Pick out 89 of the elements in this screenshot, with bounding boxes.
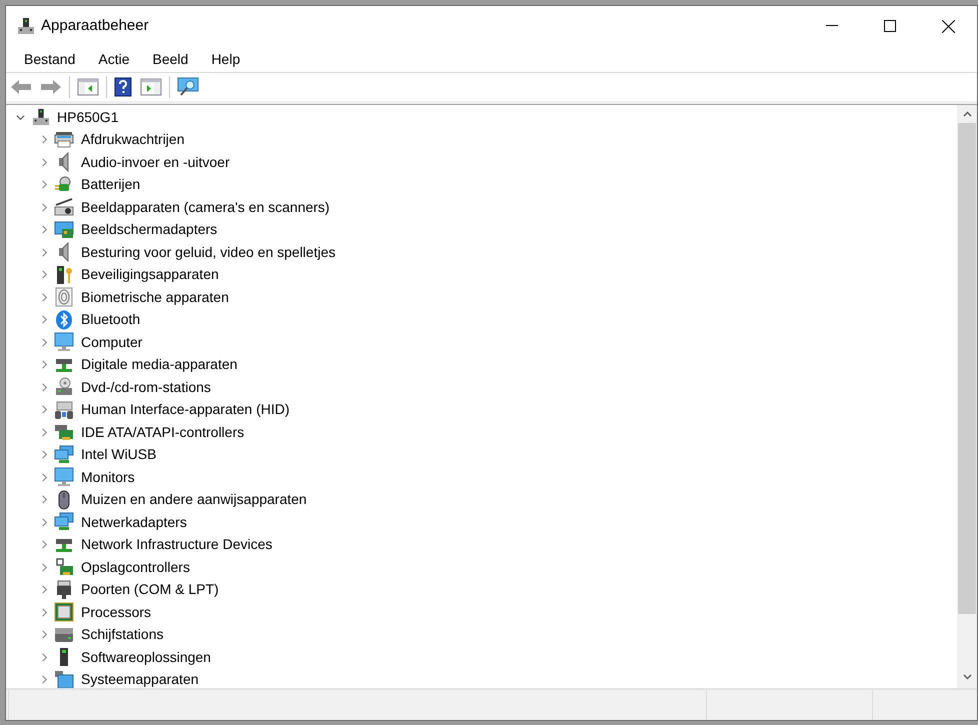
menu-item[interactable]: Bestand bbox=[13, 48, 86, 70]
fingerprint-icon bbox=[54, 287, 74, 308]
network-icon bbox=[54, 444, 74, 465]
monitor-icon bbox=[54, 467, 74, 488]
keyboard-icon bbox=[54, 400, 74, 420]
action-pane-icon[interactable] bbox=[140, 78, 162, 96]
expand-icon[interactable] bbox=[40, 540, 49, 550]
expand-icon[interactable] bbox=[40, 562, 49, 572]
tree-item[interactable]: Digitale media-apparaten bbox=[81, 354, 238, 376]
scrollbar[interactable] bbox=[957, 105, 977, 688]
expand-icon[interactable] bbox=[40, 472, 49, 482]
tree-item[interactable]: Network Infrastructure Devices bbox=[81, 534, 272, 556]
console-tree-icon[interactable] bbox=[77, 78, 99, 96]
network-icon bbox=[54, 512, 74, 532]
tree-item[interactable]: Bluetooth bbox=[81, 309, 140, 330]
tree-item[interactable]: Poorten (COM & LPT) bbox=[81, 579, 219, 600]
expand-icon[interactable] bbox=[40, 248, 49, 257]
expand-icon[interactable] bbox=[40, 428, 49, 437]
scroll-down-icon[interactable] bbox=[962, 674, 972, 680]
expand-icon[interactable] bbox=[40, 652, 49, 662]
expand-icon[interactable] bbox=[40, 360, 49, 370]
back-arrow-icon[interactable] bbox=[10, 79, 32, 95]
tree-item[interactable]: Dvd-/cd-rom-stations bbox=[81, 376, 211, 398]
tree-item[interactable]: Beeldschermadapters bbox=[81, 219, 218, 240]
expand-icon[interactable] bbox=[40, 608, 49, 617]
scroll-thumb[interactable] bbox=[958, 123, 976, 614]
tree-item[interactable]: IDE ATA/ATAPI-controllers bbox=[81, 422, 244, 443]
tree-item[interactable]: Human Interface-apparaten (HID) bbox=[81, 399, 290, 420]
expand-icon[interactable] bbox=[40, 495, 49, 504]
tree-item[interactable]: Computer bbox=[81, 332, 142, 353]
tree-item[interactable]: Softwareoplossingen bbox=[81, 646, 211, 668]
tree-item[interactable]: Afdrukwachtrijen bbox=[81, 129, 184, 150]
tree-item[interactable]: Beeldapparaten (camera's en scanners) bbox=[81, 196, 330, 218]
tree-item[interactable]: Schijfstations bbox=[81, 624, 164, 646]
tree-item[interactable]: Biometrische apparaten bbox=[81, 286, 229, 308]
close-icon bbox=[942, 20, 954, 32]
monitor-search-icon[interactable] bbox=[177, 77, 199, 97]
expand-icon[interactable] bbox=[40, 135, 49, 144]
expand-icon[interactable] bbox=[40, 585, 49, 594]
collapse-icon[interactable] bbox=[16, 112, 25, 122]
computer-icon bbox=[17, 17, 35, 35]
display-card-icon bbox=[54, 220, 74, 240]
expand-icon[interactable] bbox=[40, 270, 49, 280]
expand-icon[interactable] bbox=[40, 518, 49, 527]
tree-item[interactable]: Netwerkadapters bbox=[81, 512, 187, 533]
expand-icon[interactable] bbox=[40, 292, 49, 302]
expand-icon[interactable] bbox=[40, 225, 49, 234]
disc-drive-icon bbox=[54, 377, 74, 398]
camera-icon bbox=[54, 197, 74, 218]
expand-icon[interactable] bbox=[40, 315, 49, 324]
menu-item[interactable]: Help bbox=[200, 48, 252, 70]
expand-icon[interactable] bbox=[40, 630, 49, 640]
tree-item[interactable]: Besturing voor geluid, video en spelletjes bbox=[81, 242, 336, 263]
window-title: Apparaatbeheer bbox=[41, 16, 149, 36]
tree-item[interactable]: Processors bbox=[81, 602, 152, 623]
system-folder-icon bbox=[54, 670, 74, 688]
monitor-icon bbox=[54, 332, 74, 352]
maximize-icon bbox=[884, 20, 896, 32]
bluetooth-icon bbox=[54, 310, 74, 330]
expand-icon[interactable] bbox=[40, 675, 49, 684]
tree-item[interactable]: Intel WiUSB bbox=[81, 444, 156, 466]
device-key-icon bbox=[54, 264, 74, 285]
expand-icon[interactable] bbox=[40, 382, 49, 392]
expand-icon[interactable] bbox=[40, 202, 49, 212]
menu-item[interactable]: Actie bbox=[87, 48, 140, 70]
forward-arrow-icon[interactable] bbox=[40, 79, 62, 95]
expand-icon[interactable] bbox=[40, 180, 49, 190]
expand-icon[interactable] bbox=[40, 450, 49, 460]
tree-item[interactable]: Monitors bbox=[81, 466, 135, 488]
storage-card-icon bbox=[54, 557, 74, 578]
expand-icon[interactable] bbox=[40, 338, 49, 347]
tree-item[interactable]: HP650G1 bbox=[57, 106, 118, 128]
tree-item[interactable]: Opslagcontrollers bbox=[81, 556, 190, 578]
tree-item[interactable]: Batterijen bbox=[81, 174, 140, 196]
printer-icon bbox=[54, 130, 74, 150]
scroll-up-icon[interactable] bbox=[962, 111, 972, 117]
menu-item[interactable]: Beeld bbox=[142, 48, 200, 70]
controller-card-icon bbox=[54, 422, 74, 442]
tree-item[interactable]: Systeemapparaten bbox=[81, 669, 199, 688]
minimize-icon bbox=[826, 25, 838, 27]
chip-icon bbox=[54, 602, 74, 622]
expand-icon[interactable] bbox=[40, 405, 49, 414]
tree-item[interactable]: Muizen en andere aanwijsapparaten bbox=[81, 489, 307, 510]
help-icon[interactable] bbox=[114, 77, 132, 97]
port-connector-icon bbox=[54, 580, 74, 600]
expand-icon[interactable] bbox=[40, 158, 49, 167]
tree-item[interactable]: Beveiligingsapparaten bbox=[81, 264, 219, 286]
tree-item[interactable]: Audio-invoer en -uitvoer bbox=[81, 152, 230, 173]
computer-icon bbox=[32, 108, 50, 126]
